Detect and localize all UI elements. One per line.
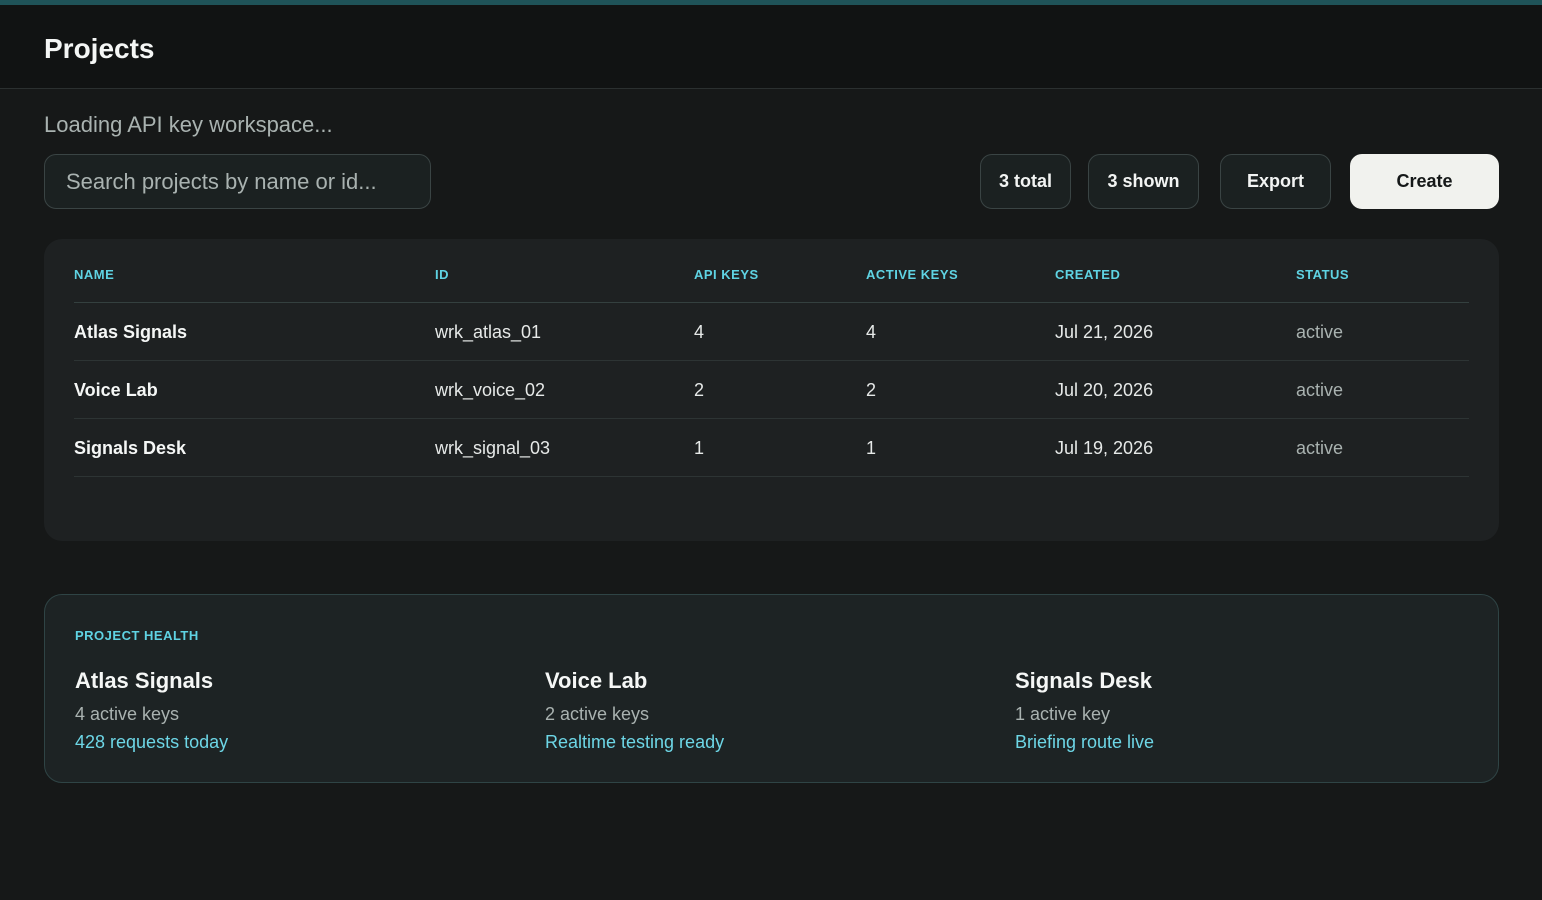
table-row[interactable]: Atlas Signals wrk_atlas_01 4 4 Jul 21, 2… xyxy=(74,303,1469,361)
project-name: Voice Lab xyxy=(74,380,158,400)
project-name: Signals Desk xyxy=(74,438,187,458)
health-active-keys: 1 active key xyxy=(1015,704,1111,724)
health-active-keys: 2 active keys xyxy=(545,704,650,724)
projects-table-card: NAME ID API KEYS ACTIVE KEYS CREATED STA… xyxy=(44,239,1499,541)
column-header-active-keys[interactable]: ACTIVE KEYS xyxy=(866,267,958,282)
status-badge: active xyxy=(1296,380,1344,400)
project-health-title: PROJECT HEALTH xyxy=(75,628,199,643)
status-badge: active xyxy=(1296,322,1344,342)
search-input[interactable] xyxy=(66,155,409,208)
api-keys-count: 4 xyxy=(694,322,705,342)
health-project-name: Signals Desk xyxy=(1015,668,1152,693)
export-button[interactable]: Export xyxy=(1220,154,1331,209)
health-item: Voice Lab 2 active keys Realtime testing… xyxy=(545,668,985,753)
project-health-panel: PROJECT HEALTH Atlas Signals 4 active ke… xyxy=(44,594,1499,783)
status-badge: active xyxy=(1296,438,1344,458)
table-header: NAME ID API KEYS ACTIVE KEYS CREATED STA… xyxy=(74,239,1469,303)
column-header-id[interactable]: ID xyxy=(435,267,449,282)
column-header-status[interactable]: STATUS xyxy=(1296,267,1349,282)
active-keys-count: 4 xyxy=(866,322,877,342)
table-row[interactable]: Signals Desk wrk_signal_03 1 1 Jul 19, 2… xyxy=(74,419,1469,477)
created-date: Jul 20, 2026 xyxy=(1055,380,1154,400)
project-id: wrk_voice_02 xyxy=(435,380,546,400)
column-header-name[interactable]: NAME xyxy=(74,267,114,282)
projects-table: NAME ID API KEYS ACTIVE KEYS CREATED STA… xyxy=(74,239,1469,477)
health-note-link[interactable]: Realtime testing ready xyxy=(545,732,985,753)
health-item: Signals Desk 1 active key Briefing route… xyxy=(1015,668,1455,753)
project-id: wrk_atlas_01 xyxy=(435,322,542,342)
api-keys-count: 2 xyxy=(694,380,705,400)
active-keys-count: 1 xyxy=(866,438,877,458)
column-header-api-keys[interactable]: API KEYS xyxy=(694,267,759,282)
table-row[interactable]: Voice Lab wrk_voice_02 2 2 Jul 20, 2026 … xyxy=(74,361,1469,419)
created-date: Jul 19, 2026 xyxy=(1055,438,1154,458)
project-name: Atlas Signals xyxy=(74,322,188,342)
page-title: Projects xyxy=(44,33,155,64)
column-header-created[interactable]: CREATED xyxy=(1055,267,1120,282)
health-project-name: Voice Lab xyxy=(545,668,648,693)
health-note-link[interactable]: Briefing route live xyxy=(1015,732,1455,753)
health-active-keys: 4 active keys xyxy=(75,704,180,724)
created-date: Jul 21, 2026 xyxy=(1055,322,1154,342)
health-project-name: Atlas Signals xyxy=(75,668,214,693)
loading-status: Loading API key workspace... xyxy=(44,112,333,137)
total-count-badge: 3 total xyxy=(980,154,1071,209)
api-keys-count: 1 xyxy=(694,438,705,458)
health-item: Atlas Signals 4 active keys 428 requests… xyxy=(75,668,515,753)
project-id: wrk_signal_03 xyxy=(435,438,551,458)
shown-count-badge: 3 shown xyxy=(1088,154,1199,209)
active-keys-count: 2 xyxy=(866,380,877,400)
create-button[interactable]: Create xyxy=(1350,154,1499,209)
page-header: Projects xyxy=(0,5,1542,89)
search-box[interactable] xyxy=(44,154,431,209)
health-note-link[interactable]: 428 requests today xyxy=(75,732,515,753)
